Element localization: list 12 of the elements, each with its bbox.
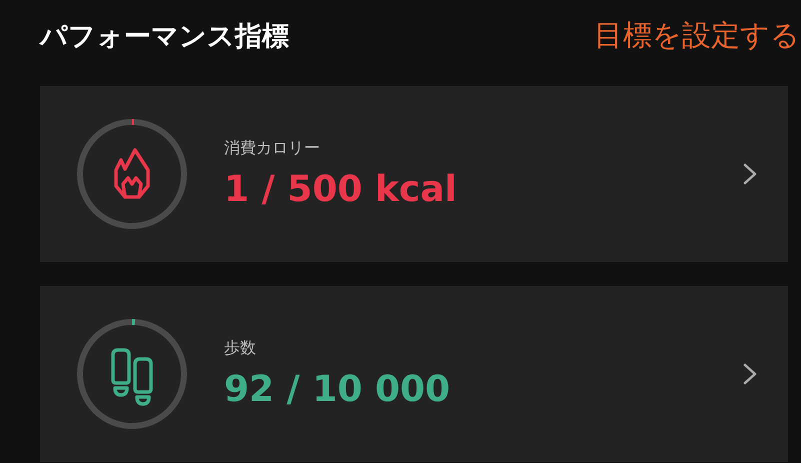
flame-icon [114, 148, 150, 199]
metric-label: 歩数 [224, 338, 257, 359]
chevron-right-icon [742, 362, 758, 386]
metric-card[interactable]: 消費カロリー 1 / 500 kcal [40, 86, 788, 262]
metric-card[interactable]: 歩数 92 / 10 000 [40, 286, 788, 462]
chevron-right-icon [742, 162, 758, 186]
metric-value: 92 / 10 000 [224, 369, 452, 410]
set-goal-link[interactable]: 目標を設定する [594, 16, 800, 56]
metric-label: 消費カロリー [224, 138, 321, 159]
metric-value: 1 / 500 kcal [224, 169, 458, 210]
section-title: パフォーマンス指標 [40, 20, 289, 54]
footprints-icon [111, 348, 153, 406]
